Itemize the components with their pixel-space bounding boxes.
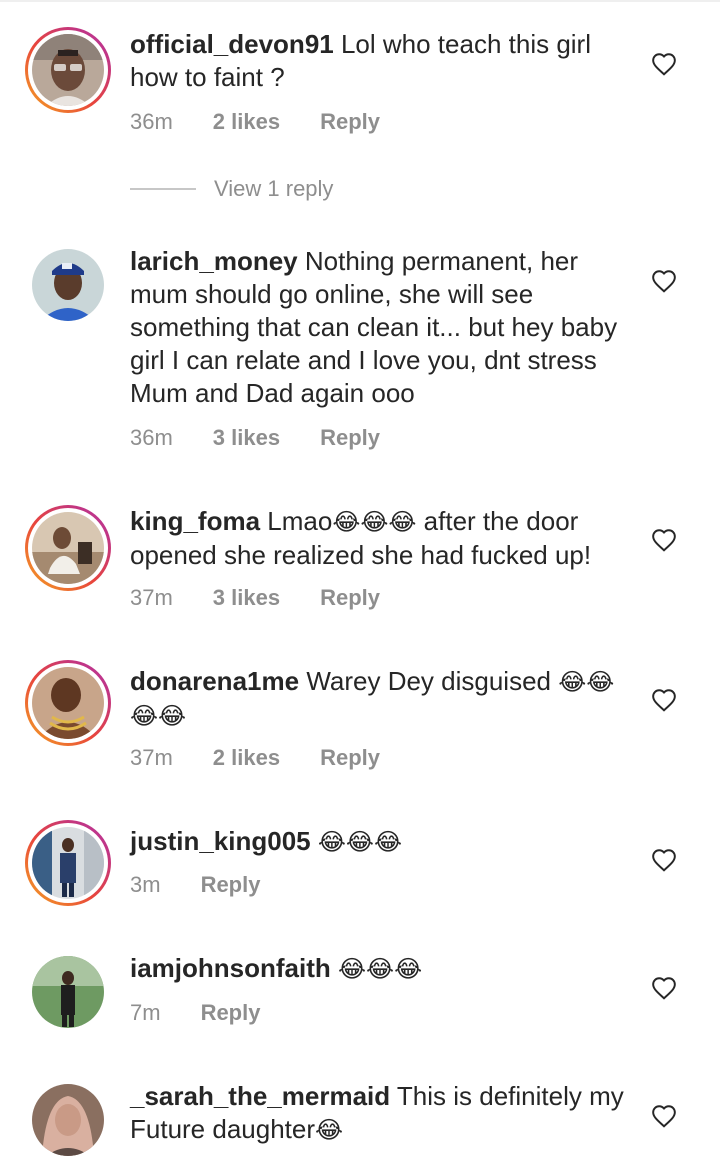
view-replies[interactable]: View 1 reply	[130, 176, 333, 202]
avatar-story-ring[interactable]	[25, 820, 111, 906]
top-divider	[0, 0, 720, 2]
heart-outline-icon[interactable]	[651, 1104, 677, 1128]
reply-button[interactable]: Reply	[201, 1000, 261, 1026]
comment-text: official_devon91 Lol who teach this girl…	[130, 28, 630, 94]
comment-text: justin_king005 😂😂😂	[130, 825, 630, 859]
likes-count[interactable]: 2 likes	[213, 745, 280, 771]
heart-outline-icon[interactable]	[651, 269, 677, 293]
comment-time: 36m	[130, 425, 173, 450]
comment-time: 37m	[130, 745, 173, 770]
comment-username[interactable]: official_devon91	[130, 29, 334, 59]
reply-button[interactable]: Reply	[320, 425, 380, 451]
likes-count[interactable]: 2 likes	[213, 109, 280, 135]
heart-outline-icon[interactable]	[651, 52, 677, 76]
comment-text: king_foma Lmao😂😂😂 after the door opened …	[130, 505, 630, 572]
avatar-story-ring[interactable]	[25, 660, 111, 746]
comment-meta: 37m 3 likes Reply	[130, 585, 380, 611]
heart-outline-icon[interactable]	[651, 528, 677, 552]
laughing-emoji: 😂😂😂	[332, 508, 417, 536]
avatar	[32, 512, 104, 584]
view-replies-label[interactable]: View 1 reply	[214, 176, 333, 202]
heart-outline-icon[interactable]	[651, 848, 677, 872]
reply-button[interactable]: Reply	[201, 872, 261, 898]
comment-time: 3m	[130, 872, 161, 897]
avatar	[32, 667, 104, 739]
comment-meta: 36m 2 likes Reply	[130, 109, 380, 135]
comment-username[interactable]: king_foma	[130, 506, 260, 536]
avatar-story-ring[interactable]	[25, 27, 111, 113]
avatar[interactable]	[32, 1084, 104, 1156]
view-replies-line	[130, 188, 196, 190]
comment-body: Lmao	[267, 506, 333, 536]
comment-time: 36m	[130, 109, 173, 134]
comment-meta: 7m Reply	[130, 1000, 260, 1026]
comment-username[interactable]: donarena1me	[130, 666, 299, 696]
avatar[interactable]	[32, 249, 104, 321]
reply-button[interactable]: Reply	[320, 585, 380, 611]
avatar-story-ring[interactable]	[25, 505, 111, 591]
likes-count[interactable]: 3 likes	[213, 585, 280, 611]
avatar	[32, 827, 104, 899]
comment-username[interactable]: larich_money	[130, 246, 298, 276]
comment-meta: 36m 3 likes Reply	[130, 425, 380, 451]
comment-body: Warey Dey disguised	[306, 666, 552, 696]
comment-text: larich_money Nothing permanent, her mum …	[130, 245, 630, 410]
comment-username[interactable]: iamjohnsonfaith	[130, 953, 331, 983]
comment-meta: 37m 2 likes Reply	[130, 745, 380, 771]
likes-count[interactable]: 3 likes	[213, 425, 280, 451]
heart-outline-icon[interactable]	[651, 976, 677, 1000]
comment-username[interactable]: _sarah_the_mermaid	[130, 1081, 390, 1111]
comment-username[interactable]: justin_king005	[130, 826, 311, 856]
comment-text: donarena1me Warey Dey disguised 😂😂😂😂	[130, 665, 630, 733]
heart-outline-icon[interactable]	[651, 688, 677, 712]
avatar[interactable]	[32, 956, 104, 1028]
comment-time: 37m	[130, 585, 173, 610]
reply-button[interactable]: Reply	[320, 745, 380, 771]
laughing-emoji: 😂😂😂	[317, 828, 402, 856]
reply-button[interactable]: Reply	[320, 109, 380, 135]
comment-text: iamjohnsonfaith 😂😂😂	[130, 952, 630, 986]
laughing-emoji: 😂	[315, 1116, 344, 1144]
comment-meta: 3m Reply	[130, 872, 260, 898]
comments-screen: official_devon91 Lol who teach this girl…	[0, 0, 720, 1158]
comment-time: 7m	[130, 1000, 161, 1025]
avatar	[32, 34, 104, 106]
laughing-emoji: 😂😂😂	[338, 955, 423, 983]
comment-text: _sarah_the_mermaid This is definitely my…	[130, 1080, 630, 1147]
